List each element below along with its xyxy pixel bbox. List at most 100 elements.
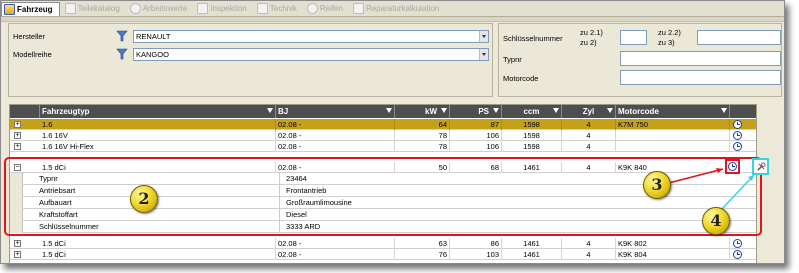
annotation-badge-4: 4	[702, 207, 730, 235]
cell-ps: 106	[450, 130, 502, 141]
column-header-kw[interactable]: kW	[395, 105, 450, 118]
cell-ps: 106	[450, 141, 502, 152]
header-spacer	[10, 105, 40, 118]
column-header-label: ccm	[523, 107, 540, 116]
table-row[interactable]: + 1.5 dCi 02.08 - 63 86 1461 4 K9K 802	[10, 238, 756, 249]
modellreihe-select[interactable]: KANGOO	[133, 48, 489, 61]
cell-ccm: 1598	[502, 119, 562, 130]
funnel-icon[interactable]	[116, 30, 128, 42]
expand-icon[interactable]: +	[14, 240, 21, 247]
cell-motorcode	[616, 141, 730, 152]
cell-ps: 103	[450, 249, 502, 260]
filter-icon[interactable]	[553, 108, 559, 113]
technik-icon	[256, 3, 268, 14]
toolbar-strip	[1, 17, 784, 22]
column-header-motorcode[interactable]: Motorcode	[616, 105, 730, 118]
modellreihe-value: KANGOO	[136, 50, 169, 59]
motorcode-input[interactable]	[620, 70, 781, 85]
tab-inspektion[interactable]: Inspektion	[192, 1, 251, 16]
filter-icon[interactable]	[493, 108, 499, 113]
expand-icon[interactable]: +	[14, 121, 21, 128]
chevron-down-icon[interactable]	[479, 49, 488, 60]
filter-icon[interactable]	[386, 108, 392, 113]
cell-ccm: 1598	[502, 130, 562, 141]
clock-button-highlight[interactable]	[725, 159, 740, 174]
tab-label: Teilekatalog	[77, 4, 120, 13]
zu3-label: zu 3)	[658, 38, 675, 47]
column-header-label: Zyl	[582, 107, 595, 116]
table-row[interactable]: + 1.6 16V 02.08 - 78 106 1598 4	[10, 130, 756, 141]
grid-header: Fahrzeugtyp BJ kW PS ccm Zyl Motorcode	[10, 105, 756, 118]
wrench-icon[interactable]	[757, 162, 766, 171]
modellreihe-label: Modellreihe	[13, 50, 52, 59]
cell-kw: 78	[395, 141, 450, 152]
cell-fahrzeugtyp: 1.6 16V	[40, 130, 276, 141]
cell-motorcode: K7M 750	[616, 119, 730, 130]
table-row[interactable]: + 1.6 02.08 - 64 87 1598 4 K7M 750	[10, 119, 756, 130]
search-panel: Schlüsselnummer zu 2.1) zu 2) zu 2.2) zu…	[498, 23, 782, 97]
column-header-label: kW	[425, 107, 437, 116]
vehicle-filter-panel: Hersteller RENAULT Modellreihe KANGOO	[8, 23, 493, 97]
column-header-bj[interactable]: BJ	[276, 105, 395, 118]
zu21-label: zu 2.1)	[580, 28, 603, 37]
tab-label: Inspektion	[210, 4, 247, 13]
cell-zyl: 4	[562, 130, 616, 141]
tab-reparaturkalkulation[interactable]: Reparaturkalkulation	[348, 1, 444, 16]
tab-label: Reparaturkalkulation	[366, 4, 440, 13]
header-actions	[730, 105, 756, 118]
column-header-ccm[interactable]: ccm	[502, 105, 562, 118]
tab-teilekatalog[interactable]: Teilekatalog	[60, 1, 125, 16]
inspection-icon	[197, 3, 209, 14]
cell-motorcode: K9K 804	[616, 249, 730, 260]
cell-zyl: 4	[562, 238, 616, 249]
filter-icon[interactable]	[267, 108, 273, 113]
typnr-input[interactable]	[620, 51, 781, 66]
column-header-label: Fahrzeugtyp	[42, 107, 90, 116]
schluessel-zu3-input[interactable]	[697, 30, 781, 45]
column-header-zyl[interactable]: Zyl	[562, 105, 616, 118]
cell-kw: 76	[395, 249, 450, 260]
cell-ccm: 1461	[502, 238, 562, 249]
expand-icon[interactable]: +	[14, 132, 21, 139]
tab-arbeitswerte[interactable]: Arbeitswerte	[125, 1, 192, 16]
cell-bj: 02.08 -	[276, 238, 395, 249]
tab-fahrzeug[interactable]: Fahrzeug	[1, 2, 60, 16]
clock-icon[interactable]	[733, 142, 742, 151]
expand-icon[interactable]: +	[14, 143, 21, 150]
cell-bj: 02.08 -	[276, 141, 395, 152]
cell-kw: 78	[395, 130, 450, 141]
tab-label: Arbeitswerte	[142, 4, 188, 13]
clock-icon[interactable]	[733, 120, 742, 129]
tab-bar: Fahrzeug Teilekatalog Arbeitswerte Inspe…	[1, 1, 784, 17]
schluessel-zu2-input[interactable]	[620, 30, 647, 45]
cell-fahrzeugtyp: 1.6 16V Hi-Flex	[40, 141, 276, 152]
chevron-down-icon[interactable]	[479, 31, 488, 42]
filter-icon[interactable]	[441, 108, 447, 113]
column-header-fahrzeugtyp[interactable]: Fahrzeugtyp	[40, 105, 276, 118]
cell-fahrzeugtyp: 1.6	[40, 119, 276, 130]
expand-icon[interactable]: +	[14, 251, 21, 258]
cell-bj: 02.08 -	[276, 119, 395, 130]
clock-icon[interactable]	[733, 250, 742, 259]
tool-button-highlight[interactable]	[752, 158, 769, 175]
cell-kw: 63	[395, 238, 450, 249]
cell-bj: 02.08 -	[276, 249, 395, 260]
column-header-ps[interactable]: PS	[450, 105, 502, 118]
table-row[interactable]: + 1.5 dCi 02.08 - 76 103 1461 4 K9K 804	[10, 249, 756, 260]
clock-icon[interactable]	[733, 131, 742, 140]
table-row[interactable]: + 1.6 16V Hi-Flex 02.08 - 78 106 1598 4	[10, 141, 756, 152]
column-header-label: PS	[478, 107, 489, 116]
cell-ps: 86	[450, 238, 502, 249]
tab-technik[interactable]: Technik	[252, 1, 302, 16]
tab-reifen[interactable]: Reifen	[302, 1, 348, 16]
clock-icon[interactable]	[733, 239, 742, 248]
tab-label: Technik	[269, 4, 297, 13]
filter-icon[interactable]	[721, 108, 727, 113]
funnel-icon[interactable]	[116, 48, 128, 60]
clock-icon[interactable]	[728, 162, 737, 171]
filter-icon[interactable]	[607, 108, 613, 113]
hersteller-value: RENAULT	[136, 32, 171, 41]
hersteller-select[interactable]: RENAULT	[133, 30, 489, 43]
zu2-label: zu 2)	[580, 38, 597, 47]
column-header-label: BJ	[278, 107, 289, 116]
